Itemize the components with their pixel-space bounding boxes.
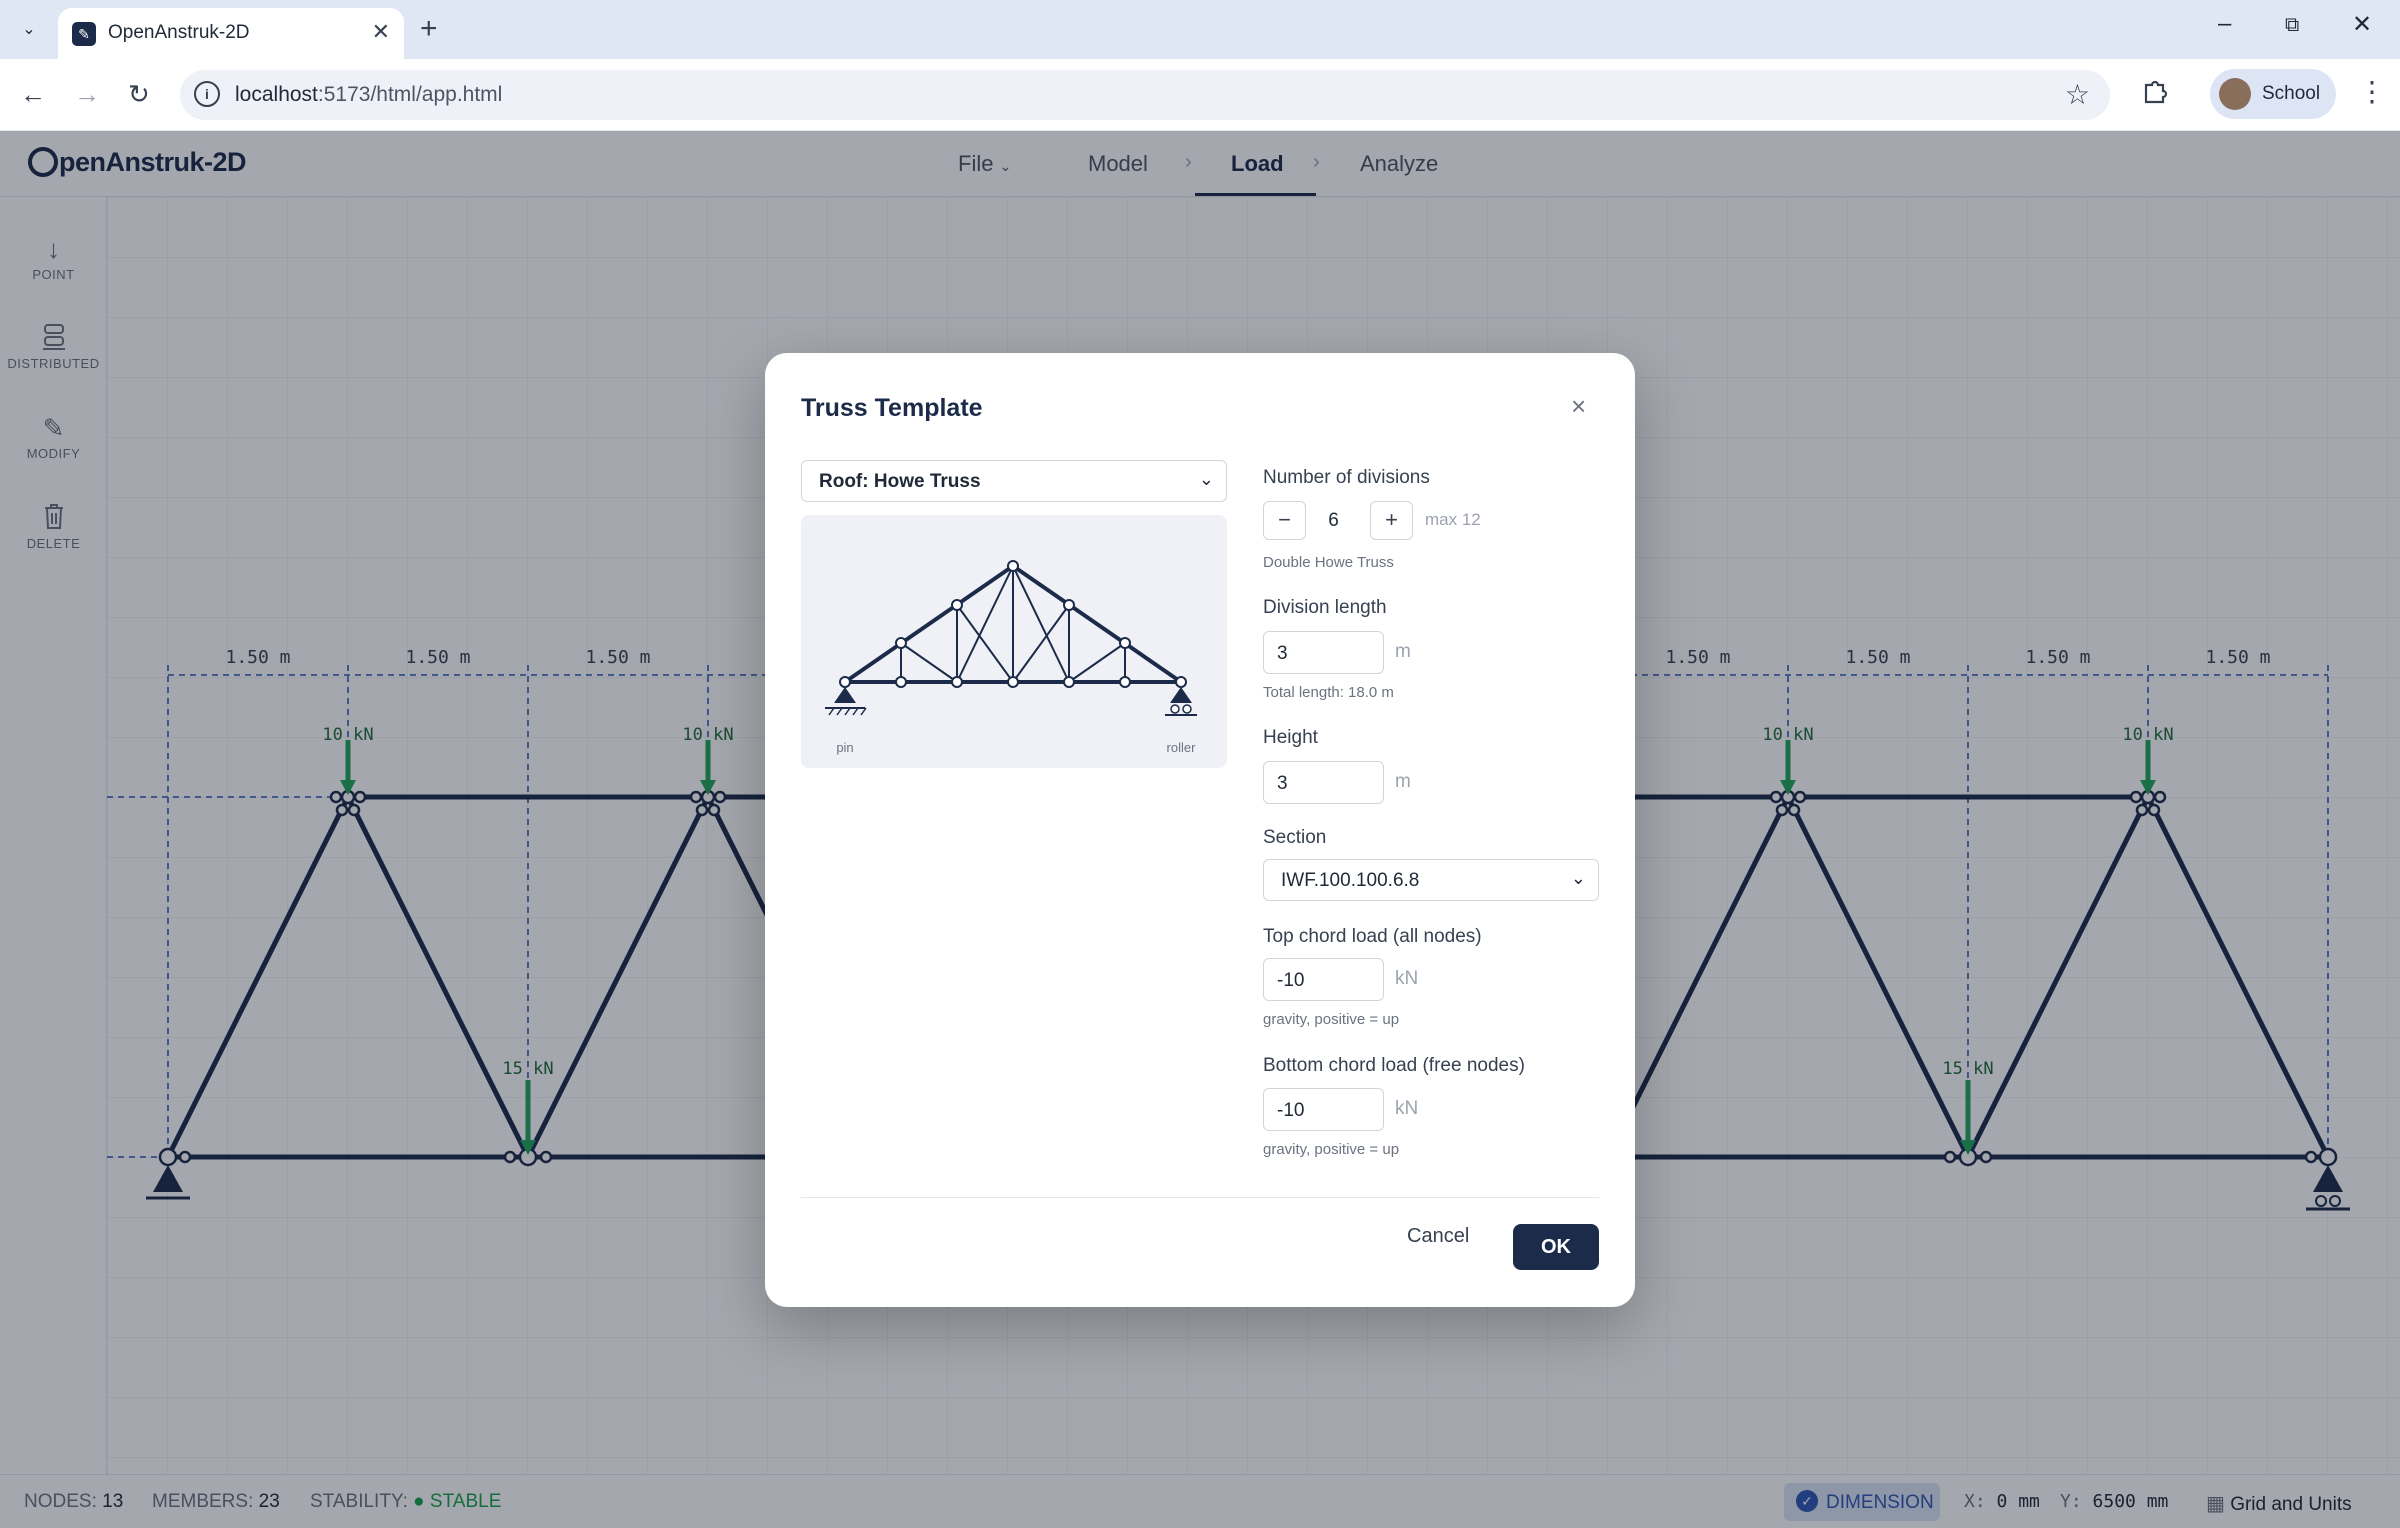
height-input[interactable]: 3 [1263, 761, 1384, 804]
ok-button[interactable]: OK [1513, 1224, 1599, 1270]
total-length-hint: Total length: 18.0 m [1263, 684, 1394, 701]
top-chord-load-label: Top chord load (all nodes) [1263, 926, 1482, 947]
tab-title: OpenAnstruk-2D [108, 22, 250, 43]
section-select[interactable]: IWF.100.100.6.8 ⌄ [1263, 859, 1599, 901]
browser-tab-bar: ⌄ ✎ OpenAnstruk-2D ✕ + – ⧉ ✕ [0, 0, 2400, 59]
bookmark-star-icon[interactable]: ☆ [2065, 78, 2090, 111]
browser-tab[interactable]: ✎ OpenAnstruk-2D ✕ [58, 8, 404, 59]
tab-search-chevron-icon[interactable]: ⌄ [14, 14, 44, 44]
template-select[interactable]: Roof: Howe Truss ⌄ [801, 460, 1227, 502]
url-text: localhost:5173/html/app.html [235, 83, 502, 107]
template-select-value: Roof: Howe Truss [819, 471, 981, 492]
extensions-icon[interactable] [2140, 76, 2170, 106]
reload-icon[interactable]: ↻ [128, 79, 150, 110]
truss-preview-drawing: pin roller [825, 560, 1197, 755]
url-path: :5173/html/app.html [317, 83, 503, 106]
profile-button[interactable]: School [2210, 69, 2336, 119]
decrement-button[interactable]: − [1263, 501, 1306, 540]
height-unit: m [1395, 771, 1411, 792]
division-length-unit: m [1395, 641, 1411, 662]
bottom-chord-load-label: Bottom chord load (free nodes) [1263, 1055, 1525, 1076]
increment-button[interactable]: + [1370, 501, 1413, 540]
url-field[interactable]: i localhost:5173/html/app.html ☆ [180, 70, 2110, 120]
app-favicon-icon: ✎ [72, 22, 96, 46]
division-length-input[interactable]: 3 [1263, 631, 1384, 674]
bottom-chord-load-hint: gravity, positive = up [1263, 1141, 1400, 1158]
top-chord-load-hint: gravity, positive = up [1263, 1011, 1400, 1028]
chevron-down-icon: ⌄ [1198, 469, 1214, 489]
top-chord-load-value: -10 [1277, 970, 1305, 991]
window-close-icon[interactable]: ✕ [2352, 10, 2372, 39]
close-icon[interactable]: × [1571, 391, 1586, 422]
profile-name: School [2262, 83, 2321, 104]
url-host: localhost [235, 83, 318, 106]
divisions-label: Number of divisions [1263, 467, 1430, 488]
tab-close-icon[interactable]: ✕ [372, 19, 390, 45]
division-length-label: Division length [1263, 597, 1387, 618]
truss-preview: pin roller [801, 515, 1227, 768]
bottom-chord-load-value: -10 [1277, 1100, 1305, 1121]
divisions-value[interactable]: 6 [1306, 501, 1361, 540]
section-label: Section [1263, 827, 1327, 848]
avatar [2219, 78, 2251, 110]
browser-menu-icon[interactable]: ⋮ [2358, 75, 2386, 108]
chevron-down-icon: ⌄ [1570, 868, 1586, 888]
new-tab-icon[interactable]: + [420, 12, 438, 46]
top-chord-load-unit: kN [1395, 968, 1419, 989]
divisions-hint: Double Howe Truss [1263, 554, 1394, 571]
truss-template-dialog: Truss Template × Roof: Howe Truss ⌄ pin … [765, 353, 1635, 1307]
dialog-divider [801, 1197, 1599, 1198]
divisions-max: max 12 [1425, 510, 1481, 529]
back-icon[interactable]: ← [20, 79, 46, 110]
minimize-icon[interactable]: – [2218, 10, 2231, 38]
cancel-button[interactable]: Cancel [1407, 1225, 1469, 1248]
height-label: Height [1263, 727, 1318, 748]
address-bar: ← → ↻ i localhost:5173/html/app.html ☆ S… [0, 59, 2400, 131]
forward-icon[interactable]: → [74, 79, 100, 110]
site-info-icon[interactable]: i [194, 81, 220, 107]
roller-label: roller [1167, 740, 1197, 755]
section-select-value: IWF.100.100.6.8 [1281, 870, 1420, 891]
bottom-chord-load-input[interactable]: -10 [1263, 1088, 1384, 1131]
top-chord-load-input[interactable]: -10 [1263, 958, 1384, 1001]
pin-label: pin [836, 740, 853, 755]
bottom-chord-load-unit: kN [1395, 1098, 1419, 1119]
restore-icon[interactable]: ⧉ [2285, 14, 2299, 37]
dialog-title: Truss Template [801, 394, 983, 422]
height-value: 3 [1277, 773, 1288, 794]
division-length-value: 3 [1277, 643, 1288, 664]
